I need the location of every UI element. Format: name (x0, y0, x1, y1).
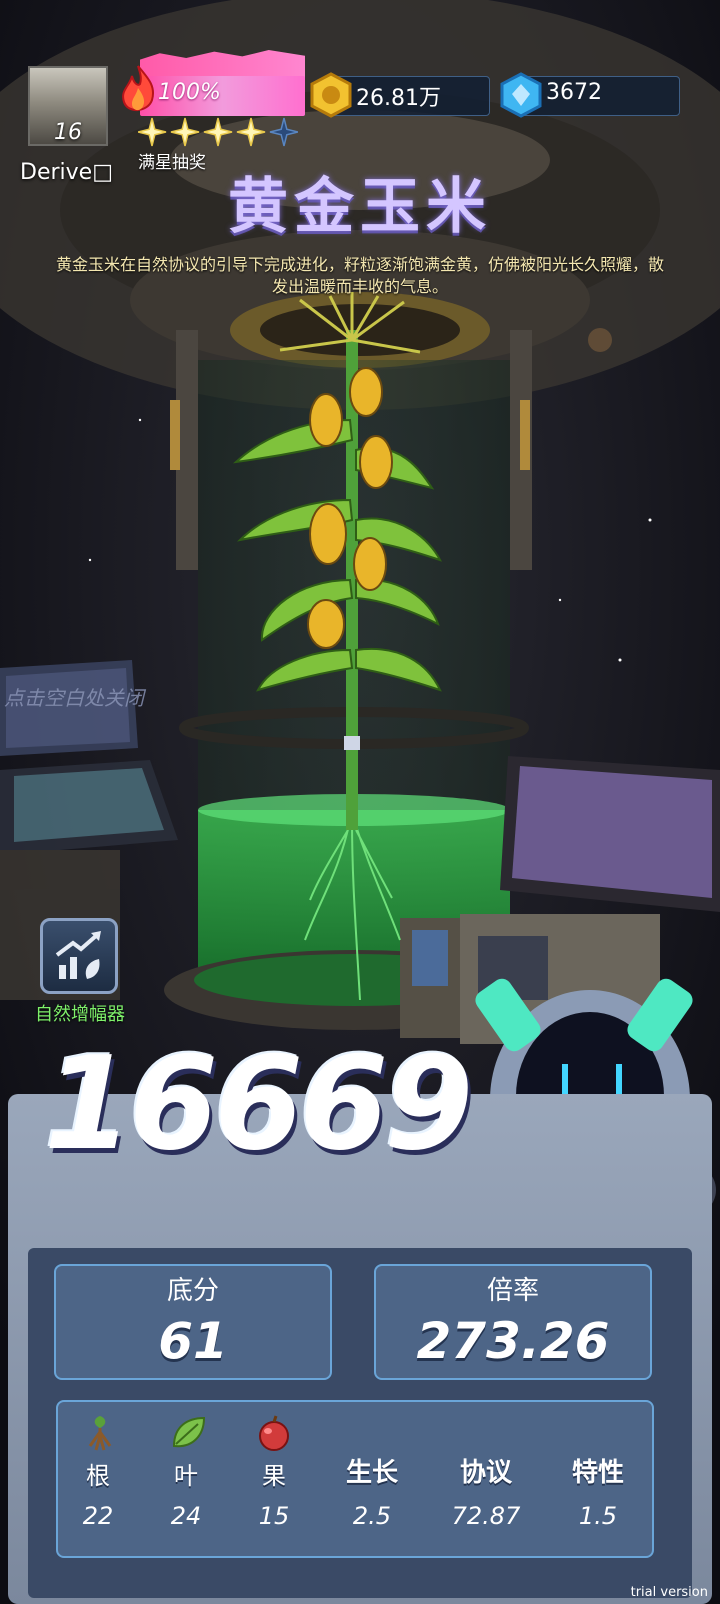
flame-icon (122, 65, 154, 111)
star-empty-icon (269, 117, 298, 147)
stat-protocol-value: 72.87 (451, 1502, 521, 1530)
stat-trait-label: 特性 (571, 1458, 624, 1488)
growth-chart-icon (55, 931, 101, 979)
multiplier-label: 倍率 (486, 1276, 539, 1306)
base-score-value: 61 (158, 1312, 228, 1370)
stat-leaf-value: 24 (170, 1502, 202, 1530)
coin-amount: 26.81万 (356, 86, 441, 111)
close-hint[interactable]: 点击空白处关闭 (4, 682, 144, 711)
stat-root-label: 根 (86, 1462, 110, 1490)
multiplier-value: 273.26 (416, 1312, 610, 1370)
star-filled-icon (203, 117, 233, 147)
trial-watermark: trial version (630, 1585, 708, 1600)
total-score: 16669 (44, 1030, 473, 1179)
stat-leaf-label: 叶 (174, 1462, 198, 1490)
player-level: 16 (54, 120, 82, 145)
stat-growth-label: 生长 (345, 1458, 398, 1488)
nature-amplifier-button[interactable] (40, 918, 118, 994)
nature-amplifier-label: 自然增幅器 (35, 1004, 125, 1025)
fruit-icon (259, 1415, 289, 1451)
stat-growth-value: 2.5 (352, 1502, 392, 1530)
star-rating (138, 117, 298, 147)
stat-fruit-label: 果 (262, 1462, 286, 1490)
root-icon (88, 1416, 112, 1451)
coin-icon (310, 72, 352, 118)
base-score-label: 底分 (166, 1276, 219, 1306)
stat-fruit-value: 15 (258, 1502, 290, 1530)
stat-root-value: 22 (82, 1502, 114, 1530)
leaf-icon (172, 1416, 206, 1448)
stat-protocol-label: 协议 (459, 1458, 512, 1488)
star-filled-icon (138, 117, 167, 147)
item-description: 黄金玉米在自然协议的引导下完成进化，籽粒逐渐饱满金黄，仿佛被阳光长久照耀，散发出… (55, 255, 664, 296)
gem-icon (500, 72, 542, 118)
gem-amount: 3672 (546, 80, 602, 105)
stat-trait-value: 1.5 (578, 1502, 618, 1530)
star-filled-icon (236, 117, 266, 147)
star-filled-icon (170, 117, 200, 147)
energy-percent: 100% (158, 80, 221, 105)
item-title: 黄金玉米 (228, 172, 492, 242)
